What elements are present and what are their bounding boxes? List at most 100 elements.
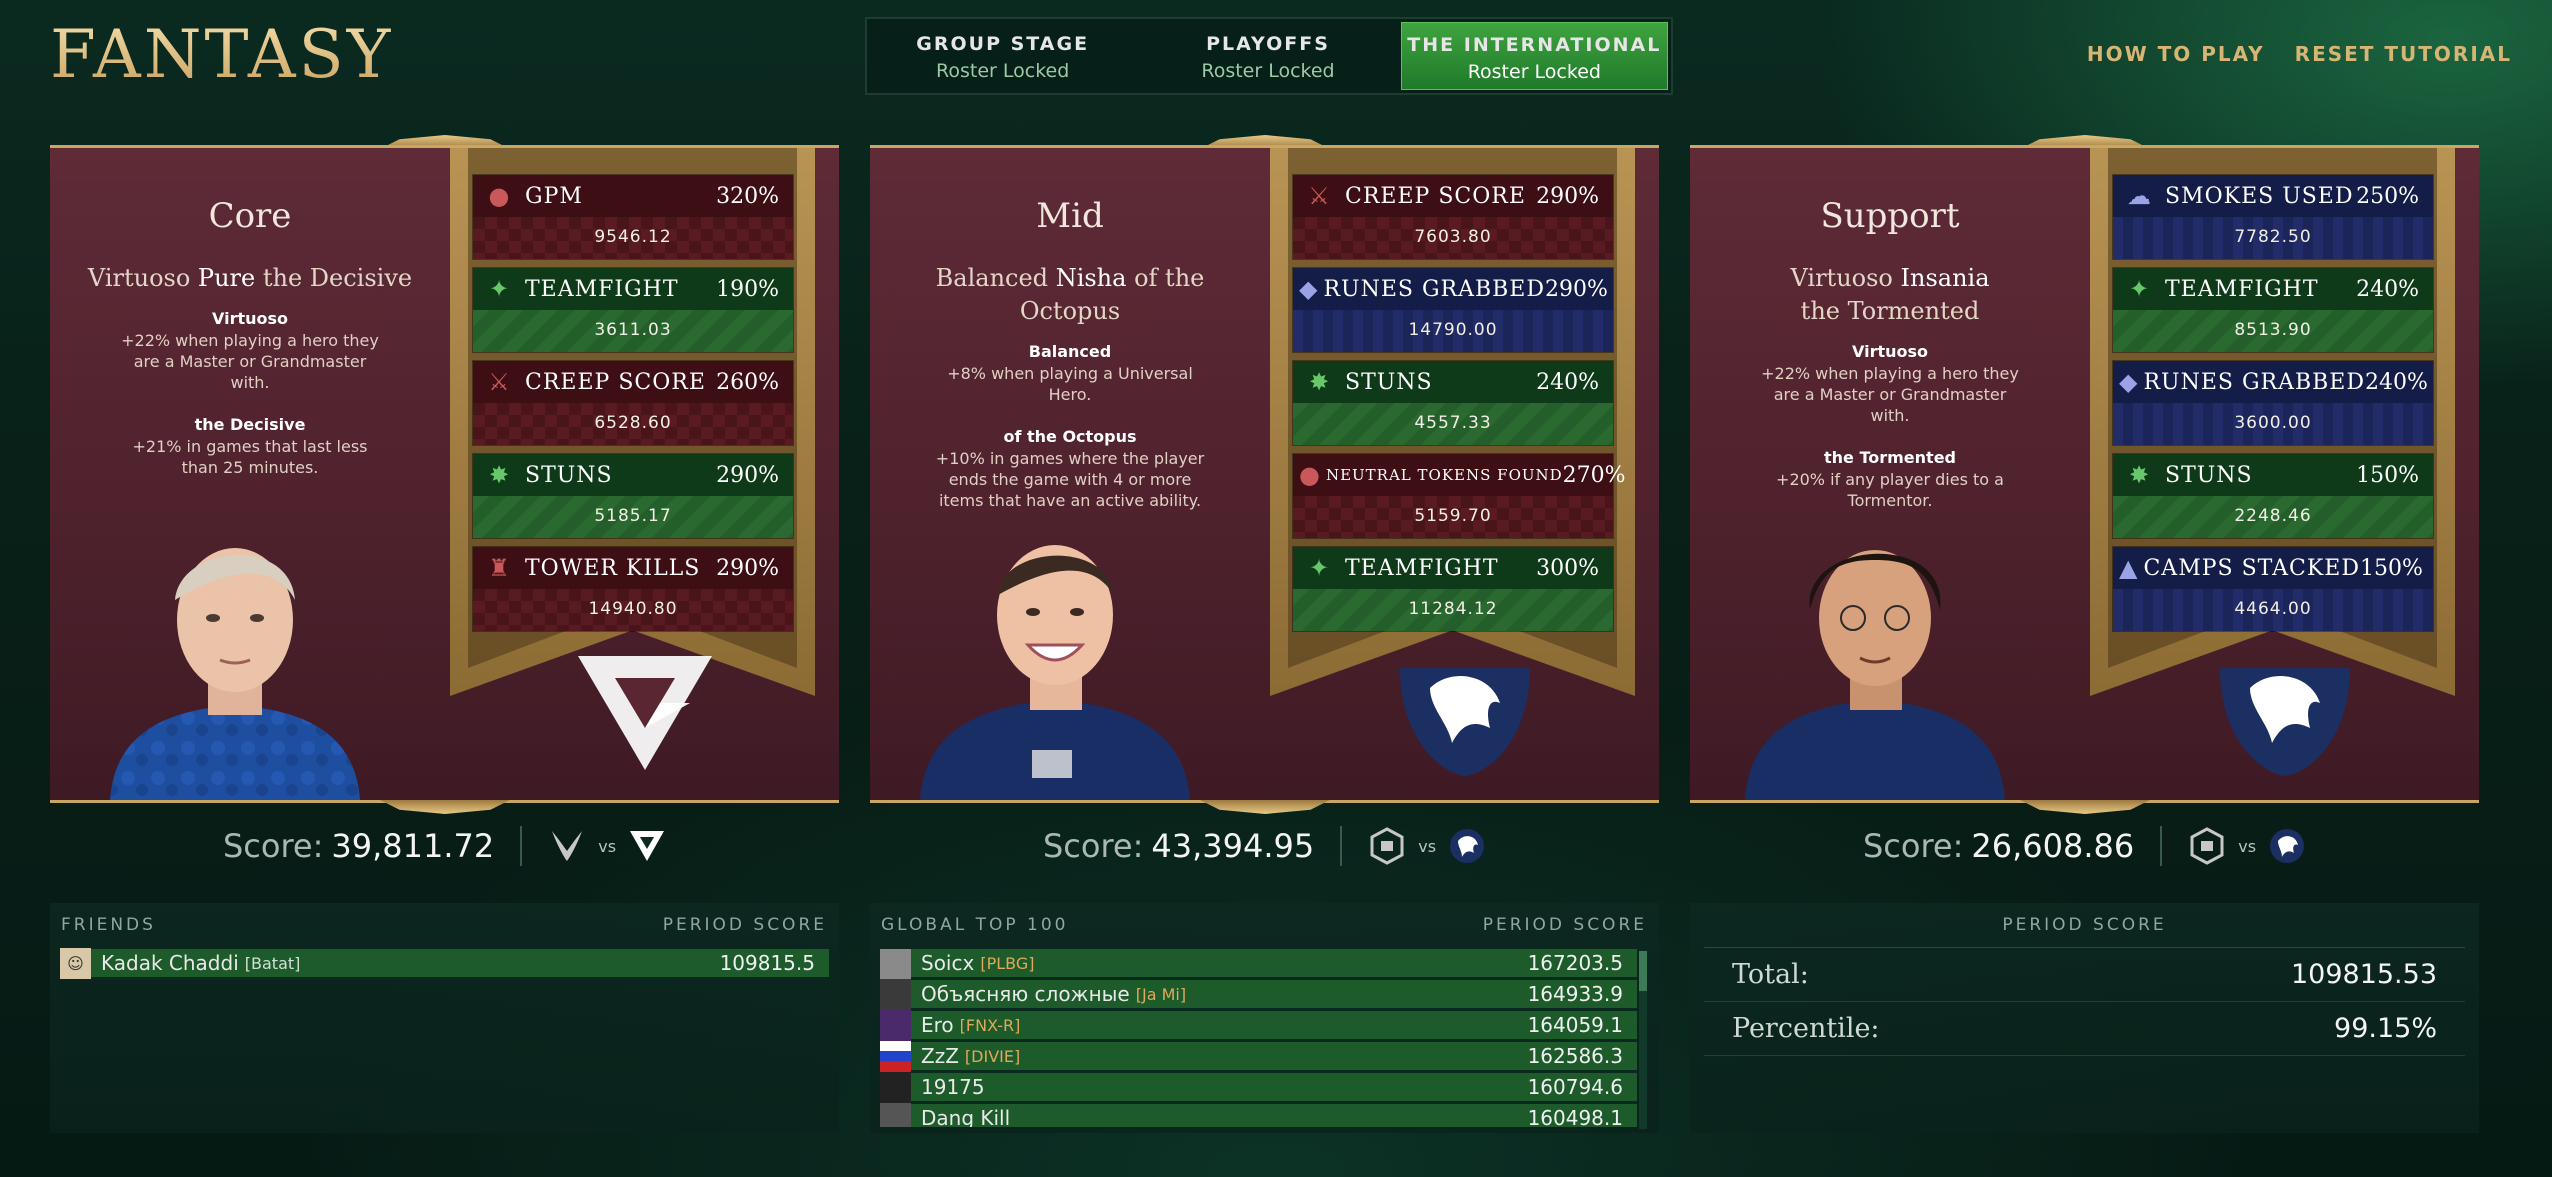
role-title: Mid [1036, 196, 1104, 236]
bonus-title: Balanced [1028, 342, 1112, 361]
avatar [880, 1102, 911, 1127]
teamfight-icon: ✦ [2128, 275, 2150, 303]
player-portrait [110, 548, 360, 800]
score-label: Score: [1042, 827, 1144, 865]
tundra-logo [630, 831, 665, 861]
percentile-row: Percentile: 99.15% [1704, 1002, 2465, 1056]
list-item[interactable]: ☺ Kadak Chaddi [Batat] 109815.5 [60, 947, 829, 980]
stat-runes-grabbed: ◆ RUNES GRABBED 290% 14790.00 [1292, 267, 1614, 353]
rune-icon: ◆ [2119, 368, 2138, 396]
gaimin-logo [2190, 827, 2224, 865]
scrollbar[interactable] [1639, 951, 1647, 1129]
avatar: ☺ [60, 947, 91, 979]
gold-coin-icon: ● [488, 182, 510, 210]
liquid-logo [1400, 668, 1530, 776]
stat-teamfight: ✦ TEAMFIGHT 190% 3611.03 [472, 267, 794, 353]
stage-name: THE INTERNATIONAL [1407, 34, 1662, 56]
bonus-description: +22% when playing a hero they are a Mast… [1761, 364, 2019, 425]
how-to-play-link[interactable]: HOW TO PLAY [2087, 42, 2265, 66]
vs-label: vs [1418, 836, 1437, 856]
vs-label: vs [598, 836, 617, 856]
stage-status: Roster Locked [1201, 60, 1335, 82]
total-value: 109815.53 [2290, 959, 2437, 990]
avatar [880, 978, 911, 1010]
percentile-value: 99.15% [2334, 1013, 2437, 1044]
rune-icon: ◆ [1299, 275, 1318, 303]
tab-playoffs[interactable]: PLAYOFFS Roster Locked [1135, 22, 1400, 90]
stun-icon: ✸ [488, 461, 510, 489]
score-row: Score: 39,811.72 vs [50, 820, 839, 872]
score-row: Score: 43,394.95 vs [870, 820, 1659, 872]
fantasy-logo: FANTASY [50, 16, 394, 93]
smoke-icon: ☁ [2127, 182, 2151, 210]
creep-icon: ⚔ [488, 368, 510, 396]
bonus-description: +22% when playing a hero they are a Mast… [121, 331, 379, 392]
panel-title: FRIENDS [61, 915, 156, 935]
reset-tutorial-link[interactable]: RESET TUTORIAL [2295, 42, 2512, 66]
list-item[interactable]: Dang Kill 160498.1 [880, 1102, 1637, 1127]
global-top-panel: GLOBAL TOP 100 PERIOD SCORE Soicx [PLBG]… [870, 903, 1659, 1133]
score-label: Score: [1862, 827, 1964, 865]
list-item[interactable]: 19175 160794.6 [880, 1071, 1637, 1104]
player-card-mid[interactable]: Mid Balanced Nisha of the Octopus Balanc… [870, 145, 1659, 803]
list-item[interactable]: Объясняю сложные [Ja Mi] 164933.9 [880, 978, 1637, 1011]
column-header: PERIOD SCORE [1482, 915, 1647, 935]
list-item[interactable]: Soicx [PLBG] 167203.5 [880, 949, 1637, 980]
score-label: Score: [222, 827, 324, 865]
player-info: Mid Balanced Nisha of the Octopus Balanc… [905, 196, 1235, 511]
role-title: Support [1820, 196, 1960, 236]
gaimin-logo [1370, 827, 1404, 865]
liquid-logo [2220, 668, 2350, 776]
tundra-logo [578, 656, 712, 770]
stun-icon: ✸ [2128, 461, 2150, 489]
player-name: Insania [1900, 264, 1990, 292]
scrollbar-thumb[interactable] [1639, 951, 1647, 991]
stat-neutral-tokens-found: ● NEUTRAL TOKENS FOUND 270% 5159.70 [1292, 453, 1626, 539]
stat-stuns: ✸ STUNS 240% 4557.33 [1292, 360, 1614, 446]
player-info: Support Virtuoso Insania the Tormented V… [1725, 196, 2055, 511]
player-card-core[interactable]: Core Virtuoso Pure the Decisive Virtuoso… [50, 145, 839, 803]
player-name: Nisha [1055, 264, 1127, 292]
player-full-name: Virtuoso Insania the Tormented [1790, 264, 1990, 325]
stage-status: Roster Locked [1467, 61, 1601, 83]
stat-tower-kills: ♜ TOWER KILLS 290% 14940.80 [472, 546, 794, 632]
stat-creep-score: ⚔ CREEP SCORE 260% 6528.60 [472, 360, 794, 446]
player-full-name: Virtuoso Pure the Decisive [87, 264, 413, 292]
avatar [880, 949, 911, 979]
stat-gpm: ● GPM 320% 9546.12 [472, 174, 794, 260]
stun-icon: ✸ [1308, 368, 1330, 396]
period-score-panel: PERIOD SCORE Total: 109815.53 Percentile… [1690, 903, 2479, 1133]
list-item[interactable]: ZzZ [DIVIE] 162586.3 [880, 1040, 1637, 1073]
player-full-name: Balanced Nisha of the Octopus [935, 264, 1205, 325]
avatar [880, 1009, 911, 1041]
tower-icon: ♜ [488, 554, 510, 582]
vs-label: vs [2238, 836, 2257, 856]
avatar [880, 1040, 911, 1072]
global-list[interactable]: Soicx [PLBG] 167203.5 Объясняю сложные [… [880, 949, 1637, 1127]
liquid-logo [1450, 829, 1485, 863]
stat-camps-stacked: ▲ CAMPS STACKED 150% 4464.00 [2112, 546, 2434, 632]
panel-title: GLOBAL TOP 100 [881, 915, 1069, 935]
liquid-logo [2270, 829, 2305, 863]
score-row: Score: 26,608.86 vs [1690, 820, 2479, 872]
list-item[interactable]: Ero [FNX-R] 164059.1 [880, 1009, 1637, 1042]
tab-the-international[interactable]: THE INTERNATIONAL Roster Locked [1400, 22, 1668, 90]
stage-status: Roster Locked [936, 60, 1070, 82]
player-portrait [1745, 550, 2005, 800]
top-links: HOW TO PLAY RESET TUTORIAL [2087, 42, 2512, 66]
teamfight-icon: ✦ [488, 275, 510, 303]
tab-group-stage[interactable]: GROUP STAGE Roster Locked [870, 22, 1135, 90]
friends-panel: FRIENDS PERIOD SCORE ☺ Kadak Chaddi [Bat… [50, 903, 839, 1133]
camp-icon: ▲ [2119, 554, 2138, 582]
score-value: 26,608.86 [1971, 827, 2135, 865]
player-card-support[interactable]: Support Virtuoso Insania the Tormented V… [1690, 145, 2479, 803]
bonus-title: Virtuoso [211, 309, 289, 328]
stat-runes-grabbed: ◆ RUNES GRABBED 240% 3600.00 [2112, 360, 2434, 446]
player-name: Pure [197, 264, 256, 292]
player-portrait [920, 545, 1190, 800]
bonus-description: +8% when playing a Universal Hero. [947, 364, 1193, 404]
bonus-description: +21% in games that last less than 25 min… [132, 437, 368, 477]
bonus-title: Virtuoso [1851, 342, 1929, 361]
bonus-title: of the Octopus [1003, 427, 1137, 446]
teamfight-icon: ✦ [1308, 554, 1330, 582]
